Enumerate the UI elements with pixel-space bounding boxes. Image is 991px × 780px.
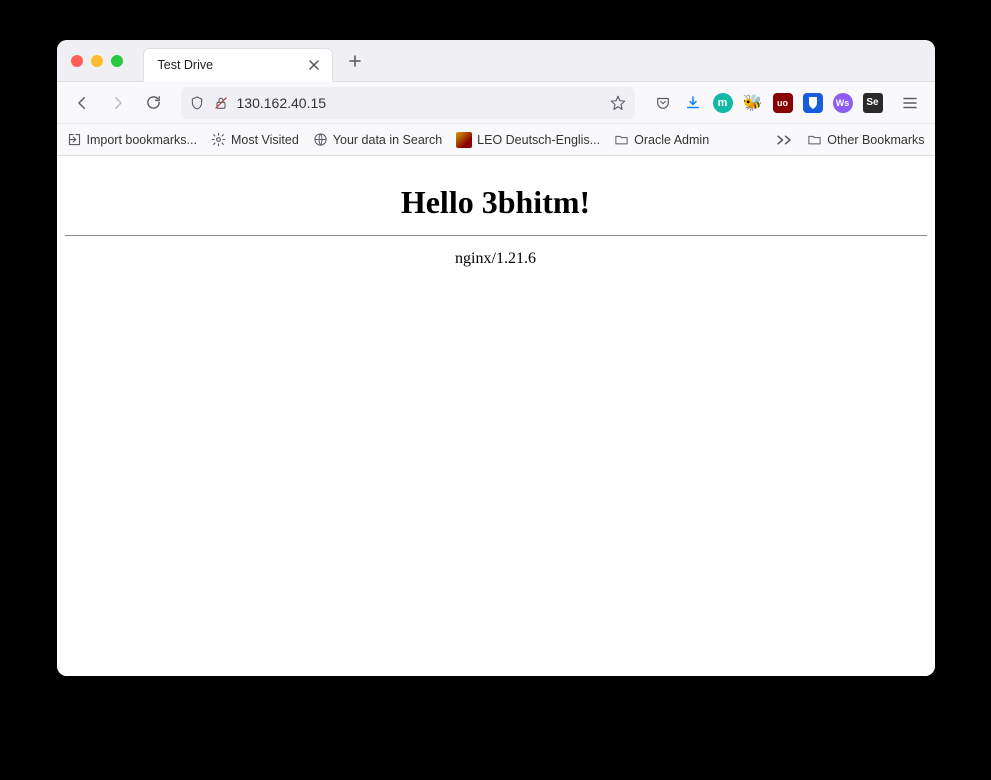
extension-ublock-icon[interactable]: uo (773, 93, 793, 113)
your-data-bookmark[interactable]: Your data in Search (313, 132, 442, 147)
folder-icon (807, 132, 822, 147)
traffic-lights (71, 55, 123, 67)
titlebar: Test Drive (57, 40, 935, 82)
oracle-admin-bookmark[interactable]: Oracle Admin (614, 132, 709, 147)
extension-ws-icon[interactable]: Ws (833, 93, 853, 113)
bookmark-star-icon[interactable] (609, 94, 627, 112)
extension-m-icon[interactable]: m (713, 93, 733, 113)
insecure-lock-icon[interactable] (213, 95, 229, 111)
bookmark-label: Your data in Search (333, 133, 442, 147)
bookmark-label: Most Visited (231, 133, 299, 147)
shield-icon[interactable] (189, 95, 205, 111)
window-minimize-button[interactable] (91, 55, 103, 67)
gear-icon (211, 132, 226, 147)
extension-bee-icon[interactable]: 🐝 (743, 93, 763, 113)
most-visited-bookmark[interactable]: Most Visited (211, 132, 299, 147)
browser-window: Test Drive (57, 40, 935, 676)
window-zoom-button[interactable] (111, 55, 123, 67)
import-icon (67, 132, 82, 147)
reload-button[interactable] (139, 88, 169, 118)
forward-button[interactable] (103, 88, 133, 118)
url-bar[interactable]: 130.162.40.15 (181, 87, 635, 119)
bookmark-label: LEO Deutsch-Englis... (477, 133, 600, 147)
close-tab-button[interactable] (306, 57, 322, 73)
bookmarks-bar: Import bookmarks... Most Visited Your da… (57, 124, 935, 156)
extension-selenium-icon[interactable]: Se (863, 93, 883, 113)
extension-icons: m 🐝 uo Ws Se (647, 93, 889, 113)
new-tab-button[interactable] (341, 47, 369, 75)
pocket-icon[interactable] (653, 93, 673, 113)
import-bookmarks-button[interactable]: Import bookmarks... (67, 132, 197, 147)
page-heading: Hello 3bhitm! (65, 184, 927, 221)
tab-title: Test Drive (158, 58, 306, 72)
divider (65, 235, 927, 236)
server-signature: nginx/1.21.6 (65, 250, 927, 268)
download-icon[interactable] (683, 93, 703, 113)
app-menu-button[interactable] (895, 88, 925, 118)
extension-bitwarden-icon[interactable] (803, 93, 823, 113)
window-close-button[interactable] (71, 55, 83, 67)
bookmark-label: Oracle Admin (634, 133, 709, 147)
back-button[interactable] (67, 88, 97, 118)
navbar: 130.162.40.15 m 🐝 uo Ws Se (57, 82, 935, 124)
url-text: 130.162.40.15 (237, 95, 601, 111)
bookmark-label: Other Bookmarks (827, 133, 924, 147)
leo-icon (456, 132, 472, 148)
page-content: Hello 3bhitm! nginx/1.21.6 (57, 156, 935, 676)
browser-tab[interactable]: Test Drive (143, 48, 333, 82)
other-bookmarks-folder[interactable]: Other Bookmarks (807, 132, 924, 147)
leo-bookmark[interactable]: LEO Deutsch-Englis... (456, 132, 600, 148)
folder-icon (614, 132, 629, 147)
globe-icon (313, 132, 328, 147)
bookmark-label: Import bookmarks... (87, 133, 197, 147)
bookmarks-overflow-icon[interactable] (775, 133, 793, 147)
